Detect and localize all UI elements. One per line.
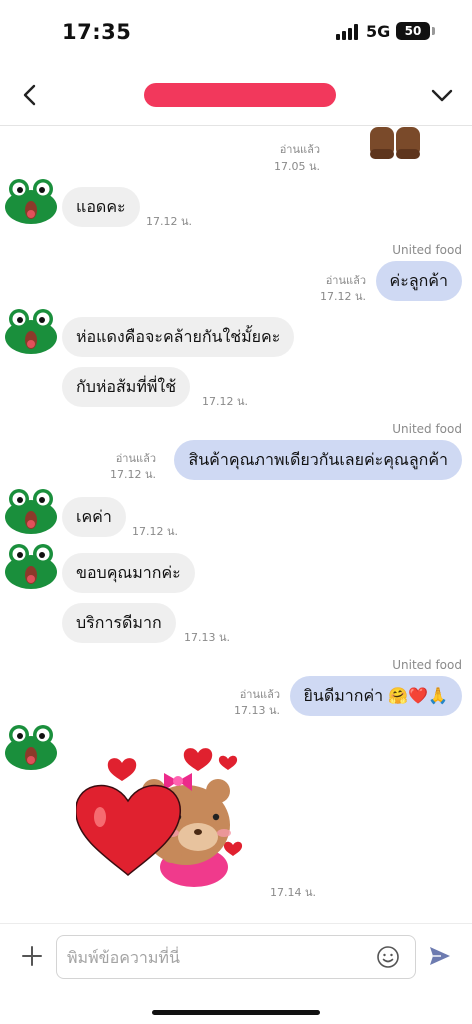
frog-avatar-icon (4, 487, 58, 535)
frog-avatar-icon (4, 307, 58, 355)
send-button[interactable] (428, 944, 452, 968)
battery-tip (432, 27, 435, 35)
message-bubble[interactable]: ค่ะลูกค้า (375, 261, 462, 301)
message-time: 17.12 น. (319, 290, 366, 303)
contact-avatar[interactable] (4, 487, 58, 535)
send-icon (430, 947, 450, 965)
message-input-bar (0, 923, 472, 1024)
frog-avatar-icon (4, 177, 58, 225)
message-time: 17.13 น. (233, 704, 280, 717)
frog-avatar-icon (4, 542, 58, 590)
message-bubble[interactable]: เคค่า (62, 497, 126, 537)
message-bubble[interactable]: บริการดีมาก (62, 603, 176, 643)
add-attachment-button[interactable] (20, 944, 44, 968)
sticker-message[interactable] (366, 127, 424, 161)
battery-icon: 50 (396, 22, 430, 40)
back-button[interactable] (18, 82, 44, 108)
plus-icon (22, 946, 42, 966)
status-time: 17:35 (62, 20, 132, 44)
message-time: 17.13 น. (184, 631, 231, 644)
message-bubble[interactable]: กับห่อส้มที่พี่ใช้ (62, 367, 191, 407)
network-type: 5G (366, 22, 391, 41)
home-indicator (152, 1010, 320, 1015)
message-input[interactable] (56, 935, 416, 979)
message-bubble[interactable]: ยินดีมากค่า 🤗❤️🙏 (289, 676, 462, 716)
contact-avatar[interactable] (4, 307, 58, 355)
message-bubble[interactable]: ขอบคุณมากค่ะ (62, 553, 195, 593)
signal-icon (336, 24, 360, 40)
sender-name: United food (392, 243, 462, 257)
message-time: 17.14 น. (270, 886, 317, 899)
message-bubble[interactable]: สินค้าคุณภาพเดียวกันเลยค่ะคุณลูกค้า (174, 440, 462, 480)
message-bubble[interactable]: แอดคะ (62, 187, 140, 227)
message-time: 17.12 น. (132, 525, 179, 538)
chat-header (0, 64, 472, 126)
sticker-message[interactable] (76, 737, 246, 889)
read-receipt: อ่านแล้ว (279, 143, 320, 156)
frog-avatar-icon (4, 723, 58, 771)
chat-title-redacted (144, 83, 336, 107)
chat-history[interactable]: อ่านแล้ว 17.05 น. แอดคะ 17.12 น. United … (0, 127, 472, 923)
chevron-left-icon (23, 84, 36, 106)
message-time: 17.12 น. (202, 395, 249, 408)
emoji-button[interactable] (376, 945, 400, 969)
contact-avatar[interactable] (4, 723, 58, 771)
message-time: 17.05 น. (273, 160, 320, 173)
message-bubble[interactable]: ห่อแดงคือจะคล้ายกันใช่มั้ยคะ (62, 317, 295, 357)
menu-toggle-button[interactable] (428, 82, 456, 108)
chevron-down-icon (431, 89, 453, 102)
contact-avatar[interactable] (4, 542, 58, 590)
sender-name: United food (392, 658, 462, 672)
contact-avatar[interactable] (4, 177, 58, 225)
message-time: 17.12 น. (109, 468, 156, 481)
status-bar: 17:35 5G 50 (0, 0, 472, 64)
smiley-icon (377, 946, 399, 968)
sender-name: United food (392, 422, 462, 436)
message-time: 17.12 น. (146, 215, 193, 228)
